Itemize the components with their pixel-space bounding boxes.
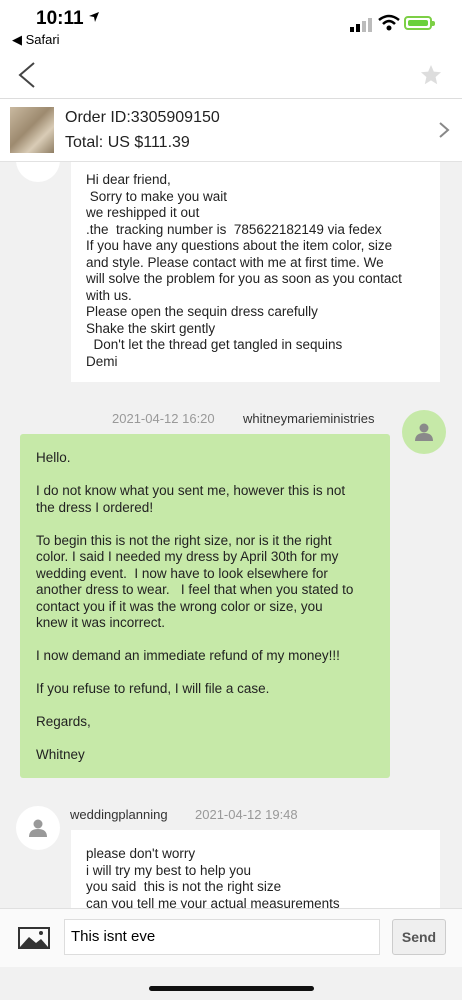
chevron-right-icon bbox=[439, 122, 450, 138]
sender-name: whitneymarieministries bbox=[243, 411, 375, 426]
back-chevron-icon[interactable] bbox=[14, 60, 42, 90]
user-icon bbox=[29, 819, 47, 837]
wifi-icon bbox=[378, 14, 400, 31]
seller-avatar bbox=[16, 162, 60, 182]
home-indicator bbox=[149, 986, 314, 991]
seller-avatar bbox=[16, 806, 60, 850]
buyer-avatar bbox=[402, 410, 446, 454]
location-arrow-icon bbox=[89, 12, 99, 22]
message-bubble-seller: please don't worry i will try my best to… bbox=[71, 830, 440, 908]
message-bubble-seller: Hi dear friend, Sorry to make you wait w… bbox=[71, 162, 440, 382]
message-timestamp: 2021-04-12 16:20 bbox=[112, 411, 215, 426]
order-total: Total: US $111.39 bbox=[65, 134, 190, 151]
order-id: Order ID:3305909150 bbox=[65, 109, 220, 126]
message-bubble-buyer: Hello. I do not know what you sent me, h… bbox=[20, 434, 390, 778]
image-icon[interactable] bbox=[18, 927, 50, 949]
chat-thread[interactable]: Hi dear friend, Sorry to make you wait w… bbox=[0, 162, 462, 908]
star-icon[interactable] bbox=[420, 64, 442, 86]
cellular-signal-icon bbox=[350, 18, 372, 32]
send-button[interactable]: Send bbox=[392, 919, 446, 955]
message-timestamp: 2021-04-12 19:48 bbox=[195, 807, 298, 822]
status-bar: 10:11 ◀ Safari bbox=[0, 0, 462, 52]
order-summary[interactable]: Order ID:3305909150 Total: US $111.39 bbox=[0, 99, 462, 162]
back-to-safari-link[interactable]: ◀ Safari bbox=[12, 32, 60, 48]
status-time: 10:11 bbox=[36, 8, 84, 29]
user-icon bbox=[415, 423, 433, 441]
product-thumbnail bbox=[10, 107, 54, 153]
battery-charging-icon bbox=[404, 16, 435, 30]
nav-bar bbox=[0, 52, 462, 99]
message-input[interactable]: This isnt eve bbox=[64, 919, 380, 955]
sender-name: weddingplanning bbox=[70, 807, 168, 822]
message-composer: This isnt eve Send bbox=[0, 908, 462, 967]
